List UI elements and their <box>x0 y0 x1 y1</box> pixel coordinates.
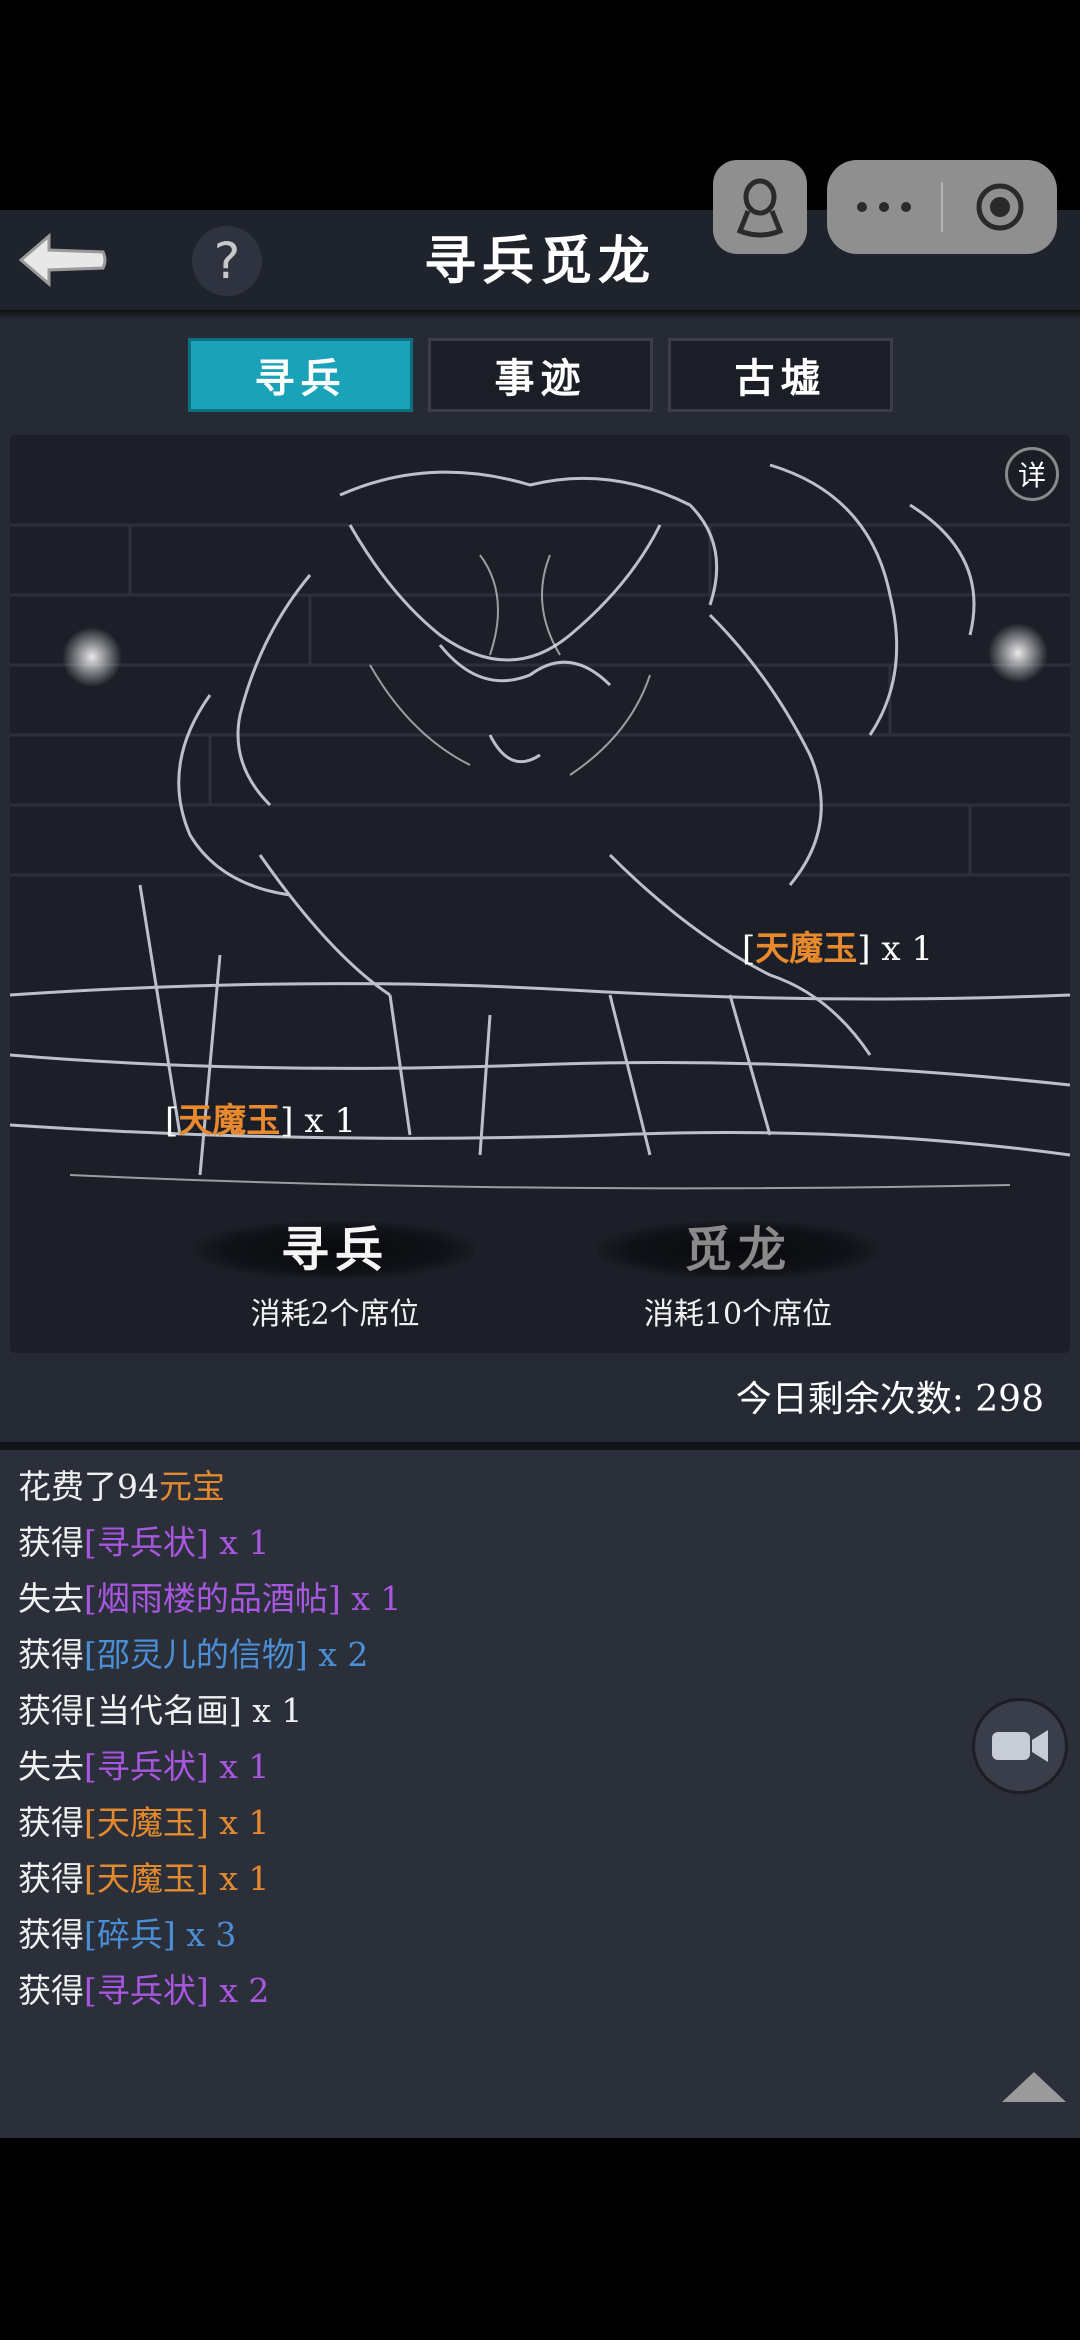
tab-guxu[interactable]: 古墟 <box>668 338 893 412</box>
detail-button[interactable]: 详 <box>1005 447 1059 501</box>
event-log[interactable]: 花费了94元宝 获得[寻兵状] x 1 失去[烟雨楼的品酒帖] x 1 获得[邵… <box>0 1442 1080 2138</box>
scene-panel: 详 [天魔玉] x 1 [天魔玉] x 1 寻兵 消耗2个席位 觅龙 消耗10个… <box>10 435 1070 1353</box>
tab-bar: 寻兵 事迹 古墟 <box>188 338 893 412</box>
question-icon[interactable]: ? <box>192 226 262 296</box>
page-title: 寻兵觅龙 <box>423 231 656 292</box>
xunbing-label: 寻兵 <box>280 1222 389 1278</box>
person-pin-icon[interactable] <box>713 160 807 254</box>
tab-xunbing[interactable]: 寻兵 <box>188 338 413 412</box>
wolf-scene-illustration <box>10 435 1070 1353</box>
capsule-menu <box>827 160 1057 254</box>
more-dots-icon[interactable] <box>827 160 941 254</box>
triangle-up-icon[interactable] <box>1002 2072 1066 2102</box>
log-line: 获得[当代名画] x 1 <box>18 1691 303 1730</box>
log-line: 失去[寻兵状] x 1 <box>18 1747 270 1786</box>
video-camera-icon[interactable] <box>972 1698 1068 1794</box>
log-line: 获得[邵灵儿的信物] x 2 <box>18 1635 369 1674</box>
tab-shiji[interactable]: 事迹 <box>428 338 653 412</box>
milong-button[interactable]: 觅龙 消耗10个席位 <box>588 1215 888 1333</box>
log-line: 获得[天魔玉] x 1 <box>18 1803 270 1842</box>
milong-cost: 消耗10个席位 <box>643 1297 833 1332</box>
log-line: 获得[碎兵] x 3 <box>18 1915 237 1954</box>
xunbing-cost: 消耗2个席位 <box>250 1297 420 1332</box>
drop-label-right: [天魔玉] x 1 <box>742 929 933 969</box>
log-line: 获得[寻兵状] x 1 <box>18 1523 270 1562</box>
record-icon[interactable] <box>943 160 1057 254</box>
xunbing-button[interactable]: 寻兵 消耗2个席位 <box>185 1215 485 1333</box>
header-divider <box>0 310 1080 320</box>
log-line: 获得[寻兵状] x 2 <box>18 1971 270 2010</box>
arrow-left-icon[interactable] <box>12 222 112 298</box>
remaining-count: 今日剩余次数: 298 <box>735 1379 1044 1420</box>
milong-label: 觅龙 <box>683 1222 792 1278</box>
app-screen: ? 寻兵觅龙 寻兵 事迹 古墟 详 [天魔玉] x 1 [天魔玉] x 1 寻兵… <box>0 210 1080 2138</box>
log-line: 失去[烟雨楼的品酒帖] x 1 <box>18 1579 402 1618</box>
log-line: 花费了94元宝 <box>18 1467 225 1506</box>
drop-label-left: [天魔玉] x 1 <box>165 1101 356 1141</box>
log-line: 获得[天魔玉] x 1 <box>18 1859 270 1898</box>
